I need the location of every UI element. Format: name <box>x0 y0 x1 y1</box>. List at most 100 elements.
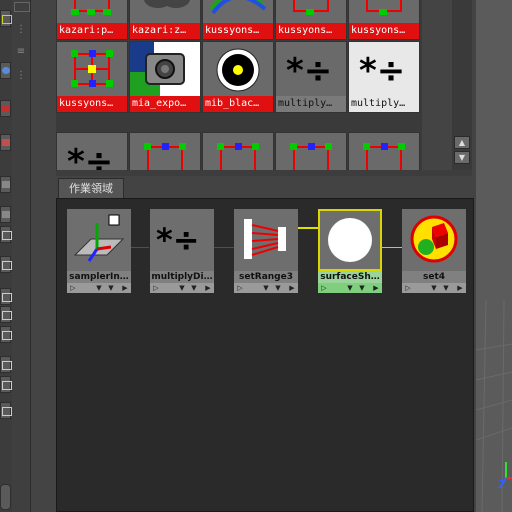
svg-text:*÷: *÷ <box>156 221 200 259</box>
node-set-range[interactable]: setRange3 ▷ ▼ ▼ ▶ <box>234 209 298 293</box>
layout-single-icon <box>2 231 12 240</box>
grid-view-icon[interactable] <box>14 2 30 12</box>
axis-z-label: Z <box>498 478 506 491</box>
swatch-mia-exposure[interactable]: mia_expo… <box>129 41 201 113</box>
connection-line[interactable] <box>382 247 402 248</box>
connection-line[interactable] <box>214 247 234 248</box>
scroll-down-button[interactable]: ▼ <box>454 151 470 164</box>
move-icon <box>2 139 10 146</box>
set-node-icon <box>130 133 200 170</box>
node-port-bar[interactable]: ▷ ▼ ▼ ▶ <box>150 283 214 293</box>
connection-line[interactable] <box>131 247 149 248</box>
layout-button-1[interactable] <box>0 226 12 243</box>
scale-icon <box>2 211 10 218</box>
outliner-icon <box>2 381 12 390</box>
node-name: surfaceSh… <box>318 271 382 283</box>
multiply-divide-icon: *÷ <box>276 42 346 97</box>
node-sampler-info[interactable]: samplerIn… ▷ ▼ ▼ ▶ <box>67 209 131 293</box>
layout-six-icon <box>2 361 12 370</box>
layout-button-2[interactable] <box>0 256 12 273</box>
swatch-kazari-p[interactable]: kazari:p… <box>56 0 128 40</box>
node-port-bar[interactable]: ▷ ▼ ▼ ▶ <box>318 283 382 293</box>
swatch-label: kussyons… <box>57 96 127 112</box>
swatch-row3-5[interactable] <box>348 132 420 170</box>
graph-editor-button[interactable] <box>0 402 12 419</box>
set-node-icon <box>349 133 419 170</box>
svg-text:*÷: *÷ <box>286 51 332 91</box>
black-circle-icon <box>203 42 273 97</box>
swatch-row3-3[interactable] <box>202 132 274 170</box>
set-node-icon <box>203 133 273 170</box>
swatch-multiply-2-selected[interactable]: *÷ multiply… <box>348 41 420 113</box>
layout-five-icon <box>2 331 12 340</box>
move-tool-button[interactable] <box>0 134 11 151</box>
shader-swatch-panel: kazari:p… kazari:z… kussyons… kussyons… … <box>56 0 422 170</box>
select-icon <box>2 15 12 24</box>
set-range-icon <box>234 209 298 271</box>
swatch-label: kussyons… <box>349 23 419 39</box>
swatch-kussyons-1[interactable]: kussyons… <box>202 0 274 40</box>
propeller-icon <box>130 0 200 24</box>
swatch-label: kussyons… <box>276 23 346 39</box>
node-work-area[interactable]: samplerIn… ▷ ▼ ▼ ▶ *÷ multiplyDi… ▷ ▼ ▼ ▶ setR… <box>56 198 474 512</box>
select-tool-button[interactable] <box>0 10 12 27</box>
scale-tool-button[interactable] <box>0 206 11 223</box>
set-node-icon <box>57 0 127 24</box>
lasso-tool-button[interactable] <box>0 62 11 79</box>
expand-toolbox-button[interactable] <box>0 484 11 510</box>
tree-view-icon[interactable]: ⋮ <box>14 24 28 36</box>
layout-button-6[interactable] <box>0 356 12 373</box>
rotate-icon <box>2 181 10 188</box>
node-port-bar[interactable]: ▷ ▼ ▼ ▶ <box>67 283 131 293</box>
curve-icon <box>203 0 273 24</box>
swatch-mib-blackbody[interactable]: mib_blac… <box>202 41 274 113</box>
lasso-icon <box>2 67 10 74</box>
swatch-row3-4[interactable] <box>275 132 347 170</box>
svg-text:*÷: *÷ <box>359 51 405 91</box>
node-port-bar[interactable]: ▷ ▼ ▼ ▶ <box>234 283 298 293</box>
swatch-kussyons-4[interactable]: kussyons… <box>56 41 128 113</box>
swatch-label: multiply… <box>276 96 346 112</box>
surface-shader-icon <box>318 209 382 271</box>
layout-button-4[interactable] <box>0 306 12 323</box>
node-set4[interactable]: set4 ▷ ▼ ▼ ▶ <box>402 209 466 293</box>
shading-group-icon <box>402 209 466 271</box>
swatch-row3-1[interactable]: *÷ <box>56 132 128 170</box>
multiply-divide-icon: *÷ <box>57 133 127 170</box>
layout-button-3[interactable] <box>0 288 12 305</box>
paint-icon <box>2 105 10 112</box>
layout-button-5[interactable] <box>0 326 12 343</box>
viewport-3d[interactable]: Z <box>476 0 512 512</box>
swatch-kussyons-2[interactable]: kussyons… <box>275 0 347 40</box>
svg-text:*÷: *÷ <box>67 142 113 170</box>
filter-icon[interactable]: ⋮ <box>14 70 28 82</box>
swatch-scrollbar[interactable]: ▲ ▼ <box>452 0 472 170</box>
swatch-label: mib_blac… <box>203 96 273 112</box>
node-surface-shader[interactable]: surfaceSh… ▷ ▼ ▼ ▶ <box>318 209 382 293</box>
swatch-label: kussyons… <box>203 23 273 39</box>
tab-work-area[interactable]: 作業領域 <box>58 178 124 199</box>
set-node-icon <box>276 0 346 24</box>
node-name: multiplyDi… <box>150 271 214 283</box>
swatch-kazari-z[interactable]: kazari:z… <box>129 0 201 40</box>
multiply-divide-icon: *÷ <box>150 209 214 271</box>
scroll-up-button[interactable]: ▲ <box>454 136 470 149</box>
swatch-row3-2[interactable] <box>129 132 201 170</box>
node-port-bar[interactable]: ▷ ▼ ▼ ▶ <box>402 283 466 293</box>
set-node-icon <box>349 0 419 24</box>
hypershade-side-strip: ⋮ ≡ ⋮ <box>12 0 31 512</box>
camera-icon <box>130 42 200 97</box>
swatch-label: kazari:z… <box>130 23 200 39</box>
sort-icon[interactable]: ≡ <box>14 46 28 58</box>
swatch-multiply-1[interactable]: *÷ multiply… <box>275 41 347 113</box>
swatch-kussyons-3[interactable]: kussyons… <box>348 0 420 40</box>
connection-line[interactable] <box>298 227 318 229</box>
paint-tool-button[interactable] <box>0 100 11 117</box>
outliner-button[interactable] <box>0 376 12 393</box>
swatch-label: multiply… <box>349 96 419 112</box>
graph-icon <box>2 407 12 416</box>
node-multiply-divide[interactable]: *÷ multiplyDi… ▷ ▼ ▼ ▶ <box>150 209 214 293</box>
node-name: setRange3 <box>234 271 298 283</box>
node-name: samplerIn… <box>67 271 131 283</box>
rotate-tool-button[interactable] <box>0 176 11 193</box>
